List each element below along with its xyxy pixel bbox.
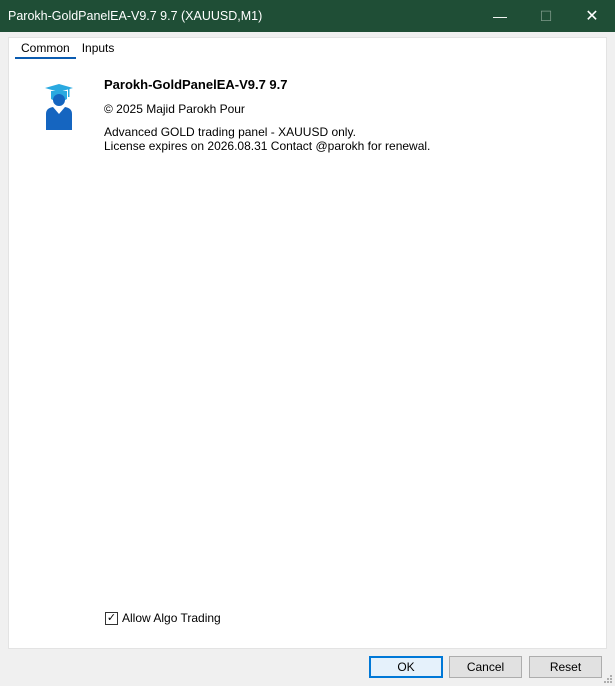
expert-name: Parokh-GoldPanelEA-V9.7 9.7 (104, 77, 288, 92)
minimize-button[interactable]: — (477, 0, 523, 32)
tab-strip: Common Inputs (15, 41, 120, 59)
description-line: Advanced GOLD trading panel - XAUUSD onl… (104, 125, 356, 139)
resize-grip-icon[interactable] (603, 674, 613, 684)
allow-algo-trading-label: Allow Algo Trading (122, 611, 221, 625)
description-line: License expires on 2026.08.31 Contact @p… (104, 139, 431, 153)
expert-copyright: © 2025 Majid Parokh Pour (104, 102, 245, 116)
cancel-button[interactable]: Cancel (449, 656, 522, 678)
reset-button[interactable]: Reset (529, 656, 602, 678)
allow-algo-trading-checkbox[interactable]: ✓ (105, 611, 118, 625)
maximize-button[interactable]: ☐ (523, 0, 569, 32)
window-title: Parokh-GoldPanelEA-V9.7 9.7 (XAUUSD,M1) (8, 9, 263, 23)
title-bar: Parokh-GoldPanelEA-V9.7 9.7 (XAUUSD,M1) … (0, 0, 615, 32)
tab-inputs[interactable]: Inputs (76, 41, 121, 59)
expert-description: Advanced GOLD trading panel - XAUUSD onl… (104, 125, 430, 153)
dialog-content: Common Inputs Parokh-GoldPanelEA-V9.7 9.… (8, 37, 607, 649)
allow-algo-trading-option[interactable]: ✓ Allow Algo Trading (105, 611, 221, 625)
ok-button[interactable]: OK (369, 656, 443, 678)
close-button[interactable]: ✕ (569, 0, 615, 32)
tab-common[interactable]: Common (15, 41, 76, 59)
graduate-user-icon (45, 84, 73, 130)
